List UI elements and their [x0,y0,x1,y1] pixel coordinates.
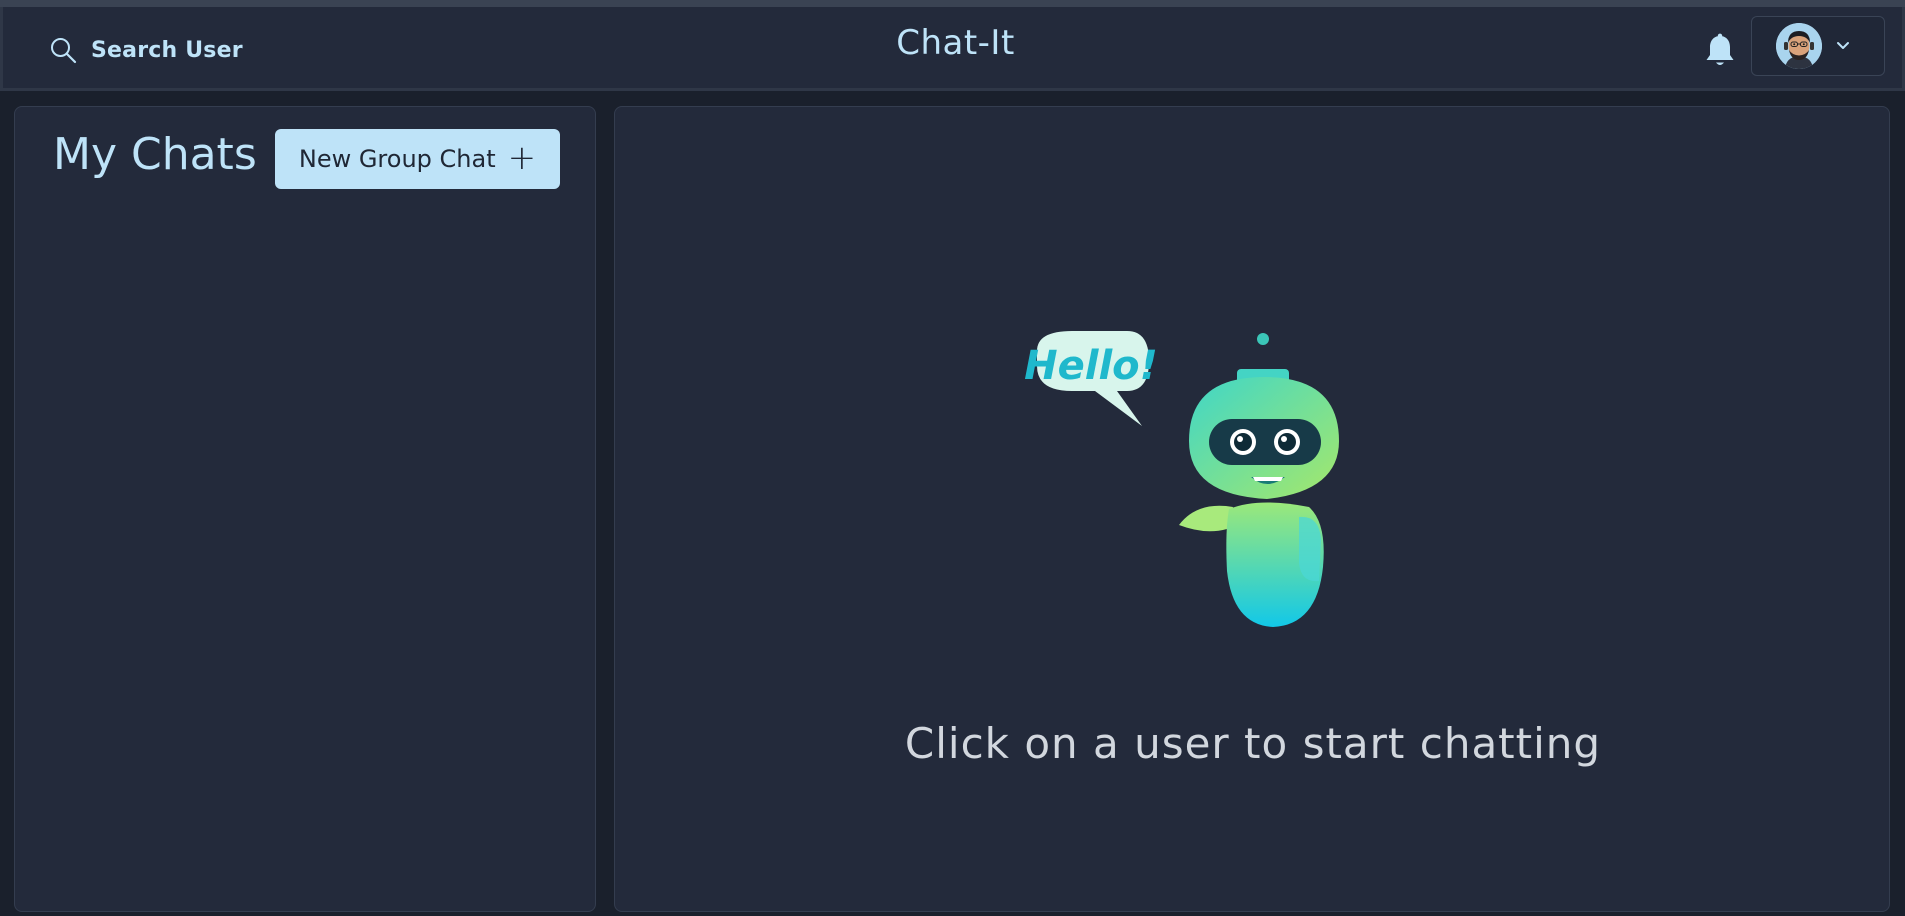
new-group-chat-label: New Group Chat [298,145,496,173]
window-top-strip [0,0,1905,7]
my-chats-sidebar: My Chats New Group Chat + [14,106,596,912]
hello-bubble-text: Hello! [1024,343,1158,389]
avatar [1776,23,1822,69]
my-chats-title: My Chats [53,129,257,180]
chat-panel: Hello! Click on a user to start chatting [614,106,1890,912]
chevron-down-icon [1837,42,1849,49]
app-title: Chat-It [896,23,1015,63]
new-group-chat-button[interactable]: New Group Chat + [275,129,560,189]
hello-robot-illustration: Hello! [1024,331,1339,627]
top-navbar: Search User Chat-It [0,7,1905,91]
bell-icon[interactable] [1703,33,1737,69]
profile-menu-button[interactable] [1751,16,1885,76]
empty-chat-message: Click on a user to start chatting [904,719,1602,768]
plus-icon: + [507,138,537,178]
